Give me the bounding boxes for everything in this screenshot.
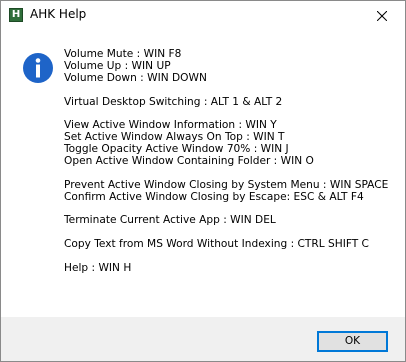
message-line: Prevent Active Window Closing by System …: [64, 178, 389, 191]
message-line: Copy Text from MS Word Without Indexing …: [64, 238, 369, 251]
close-button[interactable]: [359, 1, 405, 31]
autohotkey-icon: H: [9, 8, 23, 22]
message-line: Terminate Current Active App : WIN DEL: [64, 214, 276, 227]
close-icon: [377, 11, 387, 21]
window-title: AHK Help: [30, 7, 87, 21]
message-line: Volume Down : WIN DOWN: [64, 71, 207, 84]
message-line: Virtual Desktop Switching : ALT 1 & ALT …: [64, 95, 283, 108]
title-bar[interactable]: H AHK Help: [1, 1, 405, 31]
message-line: Open Active Window Containing Folder : W…: [64, 155, 314, 168]
dialog-body: Volume Mute : WIN F8 Volume Up : WIN UP Vo…: [1, 31, 405, 317]
message-line: Confirm Active Window Closing by Escape:…: [64, 190, 364, 203]
dialog-window: H AHK Help Volume Mute : WIN F8 Volume Up…: [0, 0, 406, 362]
button-bar: OK: [1, 317, 405, 361]
information-icon: [23, 53, 53, 88]
ok-button[interactable]: OK: [317, 331, 388, 352]
message-line: Volume Up : WIN UP: [64, 59, 171, 72]
help-message: Volume Mute : WIN F8 Volume Up : WIN UP Vo…: [64, 48, 394, 275]
message-line: Help : WIN H: [64, 262, 132, 275]
